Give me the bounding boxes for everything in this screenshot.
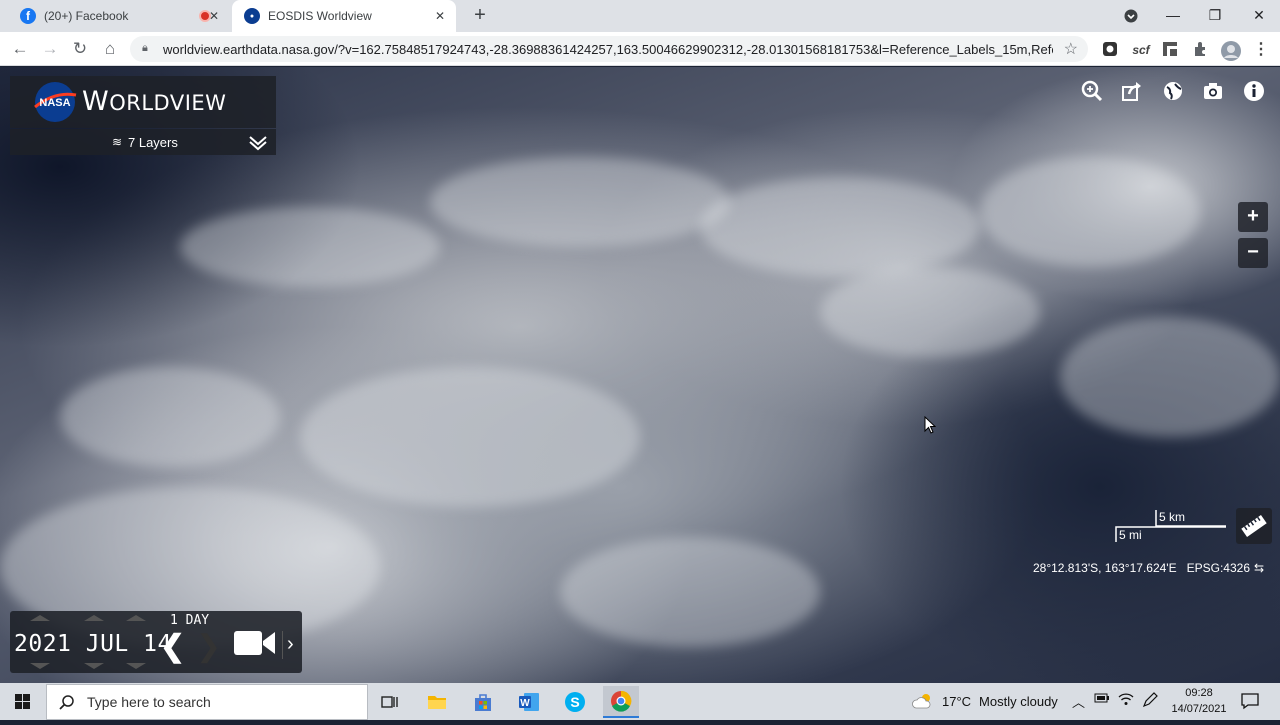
tab-title: EOSDIS Worldview — [268, 9, 372, 23]
projection-label: EPSG:4326 — [1186, 561, 1250, 575]
search-placeholder: Type here to search — [87, 694, 211, 710]
word-icon[interactable]: W — [511, 686, 547, 718]
pen-icon[interactable] — [1142, 692, 1158, 711]
weather-desc: Mostly cloudy — [979, 693, 1058, 709]
mouse-cursor-icon — [924, 416, 936, 434]
tab-title: (20+) Facebook — [44, 9, 129, 23]
cloud-sun-icon — [912, 694, 931, 709]
svg-text:W: W — [520, 698, 530, 709]
coordinates-text: 28°12.813'S, 163°17.624'E — [1032, 561, 1177, 575]
measure-ruler-icon[interactable] — [1236, 508, 1272, 544]
extension-scf-icon[interactable]: scf — [1130, 41, 1152, 59]
close-tab-icon[interactable]: ✕ — [432, 8, 448, 24]
share-icon[interactable] — [1118, 80, 1146, 108]
scale-bar: 5 km 5 mi — [1114, 508, 1229, 546]
layers-stack-icon: ≋ — [112, 135, 123, 149]
month-up-icon[interactable] — [84, 615, 104, 621]
zoom-in-button[interactable]: + — [1238, 202, 1268, 232]
layers-toggle[interactable]: ≋ 7 Layers — [10, 129, 276, 155]
previous-date-icon[interactable]: ❮ — [160, 632, 185, 663]
year-down-icon[interactable] — [30, 663, 50, 669]
month-down-icon[interactable] — [84, 663, 104, 669]
nasa-logo: NASA — [34, 82, 77, 122]
scale-km-label: 5 km — [1159, 510, 1186, 524]
taskbar-search-input[interactable]: Type here to search — [46, 684, 368, 720]
year-up-icon[interactable] — [30, 615, 50, 621]
tab-search-icon[interactable] — [1110, 0, 1152, 32]
search-icon — [59, 695, 74, 710]
nasa-icon: ● — [244, 8, 260, 24]
system-clock[interactable]: 09:28 14/07/2021 — [1168, 685, 1230, 717]
worldview-title: WORLDVIEW — [82, 86, 227, 117]
notifications-icon[interactable] — [1240, 691, 1260, 711]
animation-video-icon[interactable] — [234, 629, 276, 657]
address-bar[interactable]: 🔒︎ worldview.earthdata.nasa.gov/?v=162.7… — [130, 36, 1088, 62]
browser-tab-strip: f (20+) Facebook ✕ ● EOSDIS Worldview ✕ … — [0, 0, 1280, 32]
wifi-icon[interactable] — [1118, 692, 1134, 709]
chrome-menu-icon[interactable]: ⋮ — [1252, 41, 1270, 59]
next-date-icon[interactable]: ❯ — [196, 632, 221, 663]
bookmark-star-icon[interactable]: ☆ — [1064, 39, 1078, 59]
timeline-expand-icon[interactable]: › — [282, 631, 300, 659]
file-explorer-icon[interactable] — [419, 686, 455, 718]
timeline-panel: 1 DAY 2021 JUL 14 ❮ ❯ › — [10, 611, 302, 673]
close-tab-icon[interactable]: ✕ — [206, 8, 222, 24]
task-view-icon[interactable] — [372, 686, 408, 718]
microsoft-store-icon[interactable] — [465, 686, 501, 718]
snapshot-camera-icon[interactable] — [1199, 80, 1227, 108]
show-hidden-icons-icon[interactable]: ︿ — [1072, 692, 1085, 711]
extension-flipboard-icon[interactable] — [1161, 41, 1179, 59]
info-icon[interactable] — [1240, 80, 1268, 108]
coordinate-format-swap-icon[interactable]: ⇆ — [1254, 561, 1270, 577]
extensions-puzzle-icon[interactable] — [1191, 41, 1209, 59]
battery-icon[interactable] — [1094, 692, 1110, 707]
back-button[interactable]: ← — [8, 37, 32, 61]
skype-icon[interactable]: S — [557, 686, 593, 718]
windows-logo-icon — [15, 694, 30, 709]
chrome-icon[interactable] — [603, 686, 639, 718]
svg-text:NASA: NASA — [39, 97, 70, 109]
profile-avatar[interactable] — [1221, 41, 1241, 61]
reload-button[interactable]: ↻ — [68, 37, 92, 61]
start-button[interactable] — [0, 683, 46, 720]
weather-temp: 17°C — [942, 693, 972, 709]
satellite-map[interactable] — [0, 67, 1280, 683]
day-up-icon[interactable] — [126, 615, 146, 621]
zoom-out-button[interactable]: − — [1238, 238, 1268, 268]
minimize-button[interactable]: — — [1152, 0, 1194, 32]
close-window-button[interactable]: ✕ — [1238, 0, 1280, 32]
home-button[interactable]: ⌂ — [98, 37, 122, 61]
lock-icon: 🔒︎ — [142, 42, 148, 54]
browser-toolbar: ← → ↻ ⌂ 🔒︎ worldview.earthdata.nasa.gov/… — [0, 32, 1280, 66]
clock-date: 14/07/2021 — [1171, 703, 1227, 715]
layers-count: 7 Layers — [128, 135, 178, 150]
expand-chevron-icon[interactable] — [248, 132, 268, 152]
worldview-header[interactable]: NASA WORLDVIEW — [10, 76, 276, 128]
weather-widget[interactable]: 17°C Mostly cloudy — [912, 691, 1058, 711]
projection-globe-icon[interactable] — [1159, 80, 1187, 108]
tab-worldview[interactable]: ● EOSDIS Worldview ✕ — [232, 0, 456, 32]
extension-camera-icon[interactable] — [1101, 41, 1119, 59]
facebook-icon: f — [20, 8, 36, 24]
new-tab-button[interactable]: + — [468, 4, 492, 28]
forward-button[interactable]: → — [38, 37, 62, 61]
maximize-button[interactable]: ❐ — [1194, 0, 1236, 32]
interval-label[interactable]: 1 DAY — [170, 613, 209, 628]
svg-text:S: S — [570, 694, 579, 710]
windows-taskbar: Type here to search W S 17°C Mostly clou… — [0, 683, 1280, 720]
coordinates-readout[interactable]: 28°12.813'S, 163°17.624'E EPSG:4326 — [1000, 561, 1250, 577]
scale-mi-label: 5 mi — [1119, 528, 1142, 542]
clock-time: 09:28 — [1185, 687, 1213, 699]
url-text: worldview.earthdata.nasa.gov/?v=162.7584… — [163, 41, 1053, 57]
date-display[interactable]: 2021 JUL 14 — [14, 631, 172, 657]
tab-facebook[interactable]: f (20+) Facebook ✕ — [8, 0, 230, 32]
search-location-icon[interactable] — [1078, 80, 1106, 108]
day-down-icon[interactable] — [126, 663, 146, 669]
